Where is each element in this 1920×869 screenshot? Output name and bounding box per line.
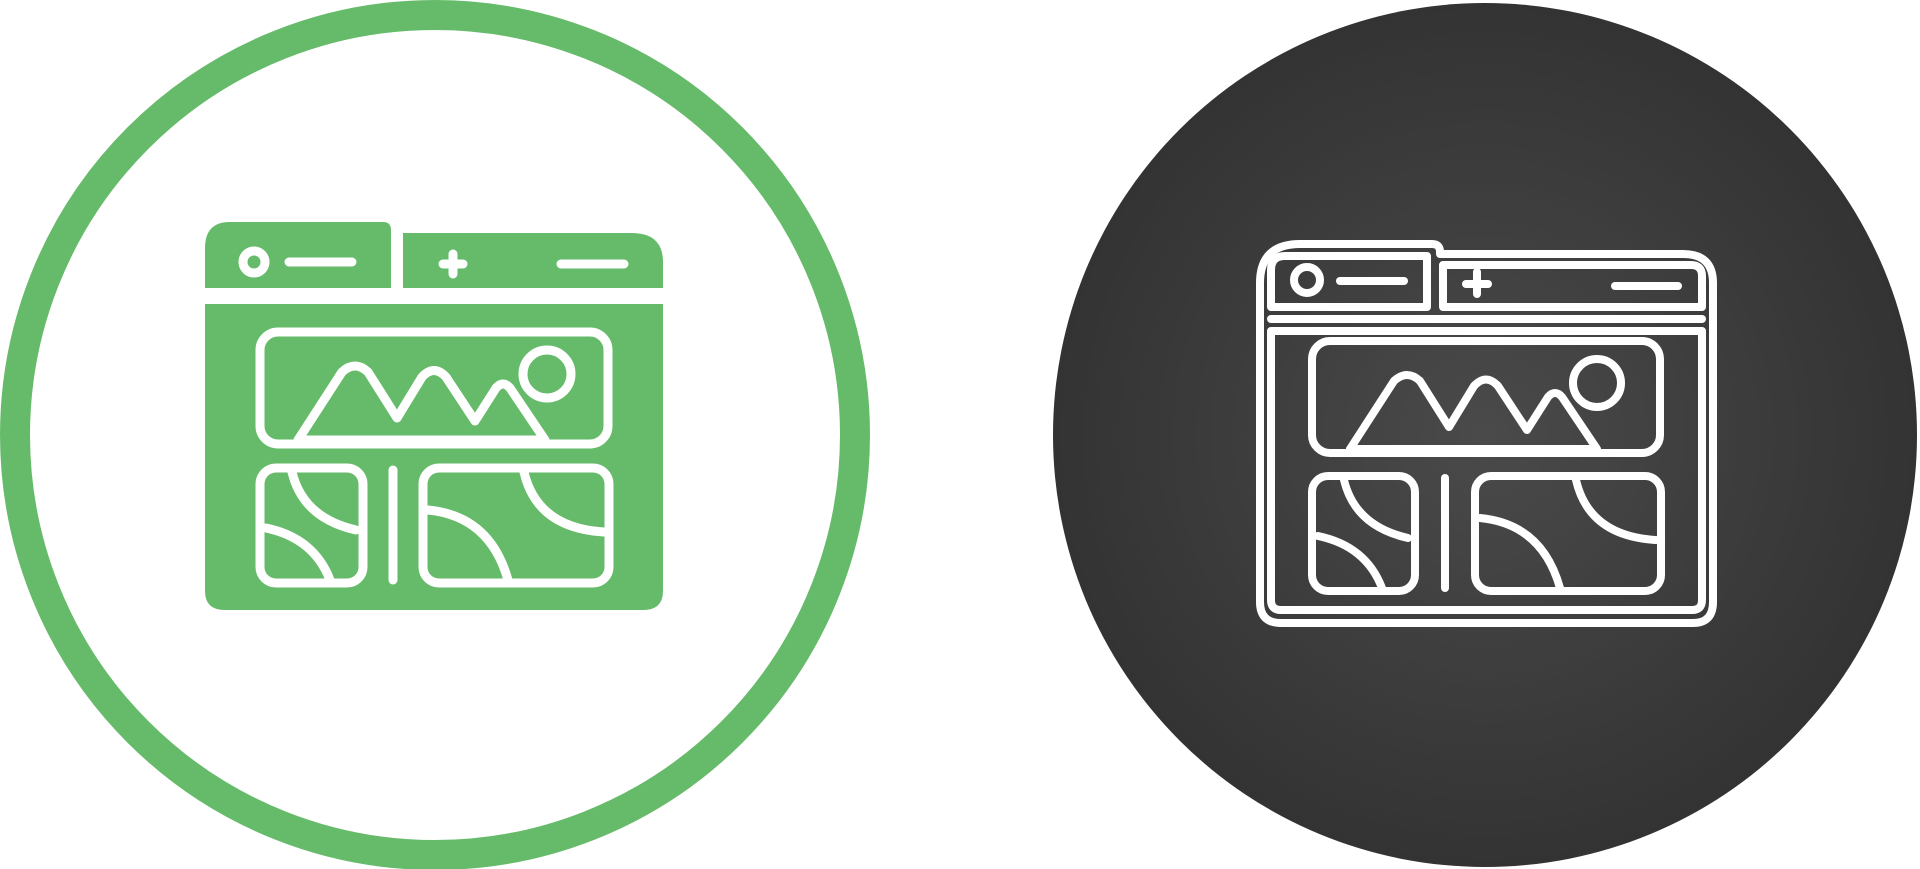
glyph-icon-badge (0, 0, 870, 869)
dark-circle (1053, 3, 1917, 867)
browser-body-shape (205, 304, 663, 610)
outline-icon-badge (1053, 3, 1917, 867)
icon-pair-canvas (0, 0, 1920, 869)
browser-tab-left-shape (205, 222, 391, 288)
icon-pair-svg (0, 0, 1917, 869)
browser-window-glyph-icon (205, 222, 663, 610)
